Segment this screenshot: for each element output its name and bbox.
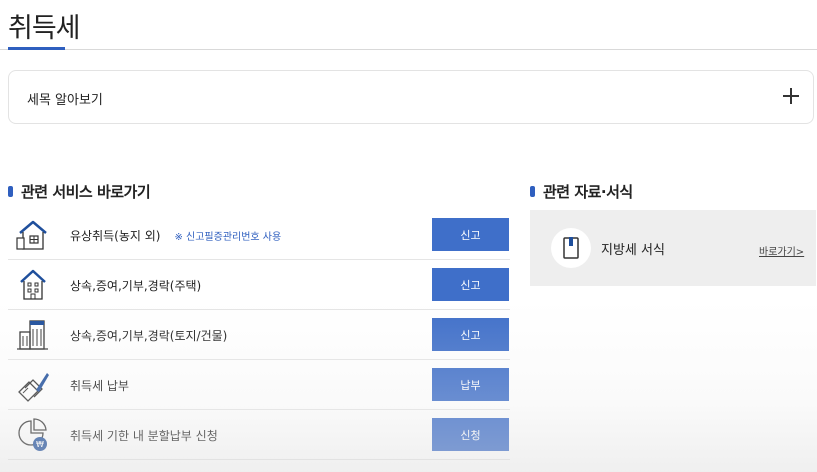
shortcut-link[interactable]: 바로가기>	[759, 243, 804, 258]
service-note: ※ 신고필증관리번호 사용	[174, 232, 282, 243]
page-title: 취득세	[8, 13, 81, 44]
service-label: 취득세 납부	[70, 379, 130, 393]
tax-info-accordion[interactable]: 세목 알아보기	[8, 70, 814, 124]
service-label: 유상취득(농지 외) ※ 신고필증관리번호 사용	[70, 227, 281, 244]
services-heading-text: 관련 서비스 바로가기	[21, 183, 151, 201]
pay-button[interactable]: 납부	[432, 368, 509, 401]
house-document-icon	[16, 220, 47, 250]
document-icon-circle	[551, 228, 591, 268]
house-icon	[20, 269, 46, 300]
service-row-paid-acquisition: 유상취득(농지 외) ※ 신고필증관리번호 사용 신고	[8, 210, 510, 260]
heading-bullet-icon	[530, 186, 535, 197]
service-row-inheritance-house: 상속,증여,기부,경락(주택) 신고	[8, 260, 510, 310]
title-divider	[0, 49, 817, 50]
service-row-inheritance-land: 상속,증여,기부,경락(토지/건물) 신고	[8, 310, 510, 360]
report-button[interactable]: 신고	[432, 318, 509, 351]
service-row-installment: ₩ 취득세 기한 내 분할납부 신청 신청	[8, 410, 510, 460]
apply-button[interactable]: 신청	[432, 418, 509, 451]
service-label-text: 유상취득(농지 외)	[70, 229, 161, 243]
services-heading: 관련 서비스 바로가기	[8, 181, 151, 202]
docs-heading: 관련 자료·서식	[530, 181, 633, 202]
service-label: 상속,증여,기부,경락(토지/건물)	[70, 329, 228, 343]
tax-info-label: 세목 알아보기	[27, 93, 103, 108]
heading-bullet-icon	[8, 186, 13, 197]
title-accent-bar	[8, 47, 65, 50]
svg-text:₩: ₩	[36, 440, 44, 449]
installment-coin-icon: ₩	[18, 418, 47, 451]
report-button[interactable]: 신고	[432, 268, 509, 301]
service-label: 상속,증여,기부,경락(주택)	[70, 279, 202, 293]
document-icon	[563, 237, 579, 259]
tax-forms-card[interactable]: 지방세 서식 바로가기>	[530, 210, 816, 286]
service-row-payment: 취득세 납부 납부	[8, 360, 510, 410]
docs-heading-text: 관련 자료·서식	[543, 183, 633, 201]
tax-forms-label: 지방세 서식	[601, 243, 665, 258]
report-button[interactable]: 신고	[432, 218, 509, 251]
payment-pen-icon	[18, 373, 49, 402]
service-list: 유상취득(농지 외) ※ 신고필증관리번호 사용 신고 상속,증여,기부,경락(주…	[8, 210, 510, 460]
service-label: 취득세 기한 내 분할납부 신청	[70, 429, 218, 443]
plus-icon[interactable]	[783, 88, 799, 104]
buildings-icon	[17, 320, 48, 350]
